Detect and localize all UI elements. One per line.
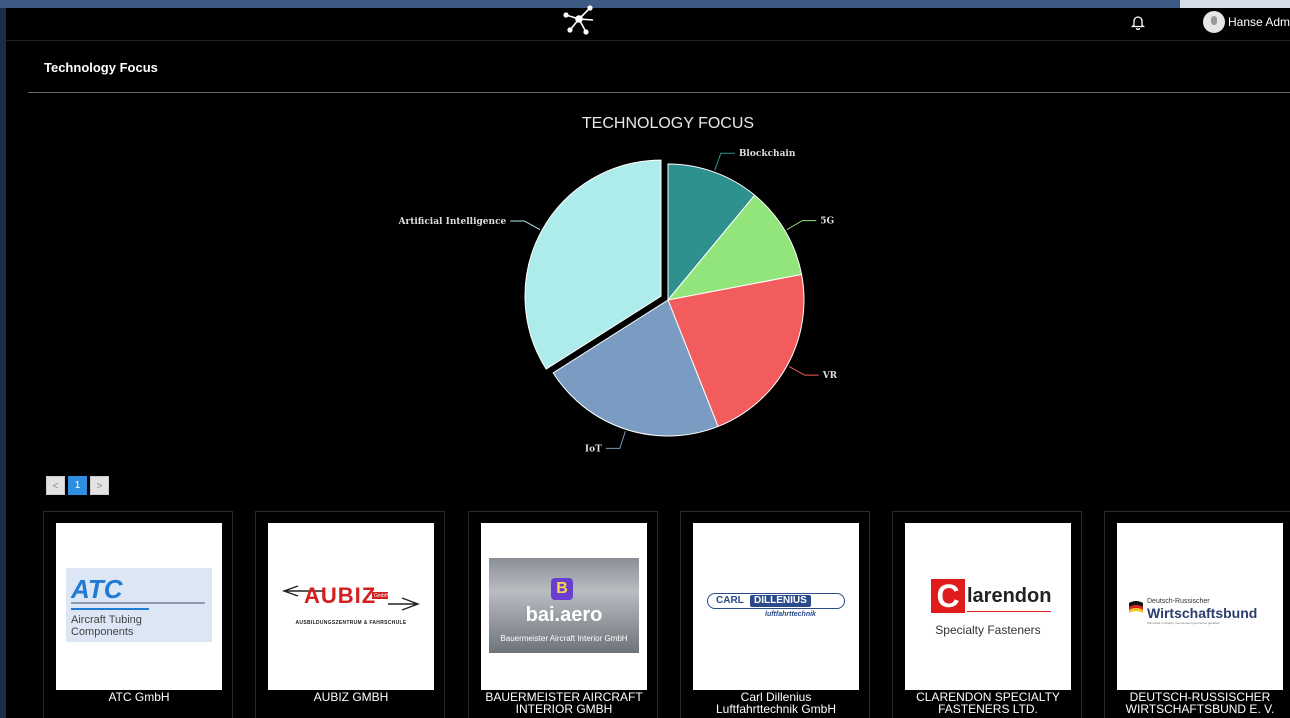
pie-label: IoT bbox=[585, 444, 602, 454]
company-name[interactable]: DEUTSCH-RUSSISCHER WIRTSCHAFTSBUND E. V. bbox=[1105, 691, 1290, 715]
company-name[interactable]: ATC GmbH bbox=[44, 691, 234, 703]
page-title: Technology Focus bbox=[44, 60, 158, 75]
company-card-dillenius[interactable]: CARL DILLENIUS luftfahrttechnik Carl Dil… bbox=[680, 511, 870, 718]
company-logo-atc: ATC Aircraft Tubing Components bbox=[56, 523, 222, 690]
pagination: < 1 > bbox=[46, 476, 109, 495]
page-1-button[interactable]: 1 bbox=[68, 476, 87, 495]
chart-title: TECHNOLOGY FOCUS bbox=[582, 115, 754, 132]
company-cards: ATC Aircraft Tubing Components ATC GmbH … bbox=[43, 511, 1290, 718]
drwb-logo-brand: Wirtschaftsbund bbox=[1147, 605, 1258, 621]
company-logo-dillenius: CARL DILLENIUS luftfahrttechnik bbox=[693, 523, 859, 690]
company-name[interactable]: Carl Dillenius Luftfahrttechnik GmbH bbox=[681, 691, 871, 715]
company-logo-bauermeister: B bai.aero Bauermeister Aircraft Interio… bbox=[481, 523, 647, 690]
company-name-line: INTERIOR GMBH bbox=[515, 702, 613, 716]
dillenius-logo-frame: CARL DILLENIUS bbox=[707, 593, 845, 609]
pie-label: VR bbox=[822, 371, 838, 381]
prev-page-button[interactable]: < bbox=[46, 476, 65, 495]
next-page-button[interactable]: > bbox=[90, 476, 109, 495]
top-accent-corner bbox=[1180, 0, 1290, 8]
clarendon-logo-rule bbox=[967, 611, 1051, 612]
pie-leader-line bbox=[786, 220, 817, 231]
atc-logo-panel: ATC Aircraft Tubing Components bbox=[66, 568, 212, 642]
atc-logo-rule bbox=[71, 602, 205, 604]
bell-icon[interactable] bbox=[1131, 14, 1145, 30]
bai-logo-subtitle: Bauermeister Aircraft Interior GmbH bbox=[500, 634, 628, 643]
technology-focus-chart: TECHNOLOGY FOCUS Blockchain 5G VR IoT Artific… bbox=[0, 100, 1290, 480]
clarendon-logo-subtitle: Specialty Fasteners bbox=[935, 623, 1041, 637]
pie-chart-svg: TECHNOLOGY FOCUS Blockchain 5G VR IoT Artific… bbox=[397, 115, 838, 454]
company-name-line: Luftfahrttechnik GmbH bbox=[715, 702, 837, 716]
aubiz-logo-badge: GmbH bbox=[374, 593, 389, 599]
pie-leader-line bbox=[714, 152, 735, 171]
avatar[interactable] bbox=[1203, 11, 1225, 33]
dillenius-logo-brand-b: DILLENIUS bbox=[750, 595, 811, 607]
drwb-logo-line1: Deutsch-Russischer bbox=[1147, 598, 1210, 605]
company-name-line: ATC GmbH bbox=[108, 690, 170, 704]
company-name-line: WIRTSCHAFTSBUND E. V. bbox=[1125, 702, 1275, 716]
title-divider bbox=[28, 92, 1290, 93]
atc-logo-rule-accent bbox=[71, 608, 149, 610]
bai-logo-brand: bai.aero bbox=[525, 604, 603, 626]
company-card-drwb[interactable]: Deutsch-Russischer Wirtschaftsbund Wirts… bbox=[1104, 511, 1290, 718]
dillenius-logo-subtitle: luftfahrttechnik bbox=[765, 611, 816, 618]
company-card-aubiz[interactable]: AUBIZ GmbH Ausbildungszentrum & Fahrschu… bbox=[255, 511, 445, 718]
top-accent-bar bbox=[0, 0, 1290, 8]
company-logo-aubiz: AUBIZ GmbH Ausbildungszentrum & Fahrschu… bbox=[268, 523, 434, 690]
clarendon-logo-brand: larendon bbox=[967, 585, 1052, 607]
pie-label: Blockchain bbox=[739, 149, 796, 159]
company-card-bauermeister[interactable]: B bai.aero Bauermeister Aircraft Interio… bbox=[468, 511, 658, 718]
company-logo-drwb: Deutsch-Russischer Wirtschaftsbund Wirts… bbox=[1117, 523, 1283, 690]
clarendon-logo-mark: C bbox=[931, 579, 965, 613]
atc-logo-line2: Components bbox=[71, 626, 134, 638]
bai-logo-mark: B bbox=[551, 578, 573, 600]
company-name[interactable]: BAUERMEISTER AIRCRAFT INTERIOR GMBH bbox=[469, 691, 659, 715]
pie-label: Artificial Intelligence bbox=[397, 217, 506, 227]
aubiz-logo-subtitle: Ausbildungszentrum & Fahrschule bbox=[295, 620, 407, 626]
pie-leader-line bbox=[605, 431, 626, 449]
company-card-clarendon[interactable]: C larendon Specialty Fasteners CLARENDON… bbox=[892, 511, 1082, 718]
pie-label: 5G bbox=[820, 217, 834, 227]
user-menu[interactable]: Hanse Admin ⌄ bbox=[1228, 15, 1290, 29]
company-name[interactable]: CLARENDON SPECIALTY FASTENERS LTD. bbox=[893, 691, 1083, 715]
drwb-logo-subtitle: Wirtschaft im Dialog. Gemeinsam grenzenl… bbox=[1147, 621, 1221, 625]
atc-logo-line1: Aircraft Tubing bbox=[71, 614, 142, 626]
aubiz-logo-brand: AUBIZ bbox=[304, 583, 377, 608]
company-name-line: AUBIZ GMBH bbox=[313, 690, 389, 704]
company-logo-clarendon: C larendon Specialty Fasteners bbox=[905, 523, 1071, 690]
network-logo-icon[interactable] bbox=[562, 2, 596, 36]
dillenius-logo-brand-a: CARL bbox=[716, 595, 744, 606]
pie-leader-line bbox=[788, 366, 819, 376]
company-name-line: FASTENERS LTD. bbox=[938, 702, 1038, 716]
top-header: Hanse Admin ⌄ bbox=[6, 5, 1290, 41]
pie-leader-line bbox=[510, 220, 541, 231]
company-card-atc[interactable]: ATC Aircraft Tubing Components ATC GmbH bbox=[43, 511, 233, 718]
atc-logo-brand: ATC bbox=[71, 574, 123, 604]
bai-photo: B bai.aero Bauermeister Aircraft Interio… bbox=[489, 558, 639, 653]
company-name[interactable]: AUBIZ GMBH bbox=[256, 691, 446, 703]
drwb-flag-icon bbox=[1129, 601, 1143, 613]
